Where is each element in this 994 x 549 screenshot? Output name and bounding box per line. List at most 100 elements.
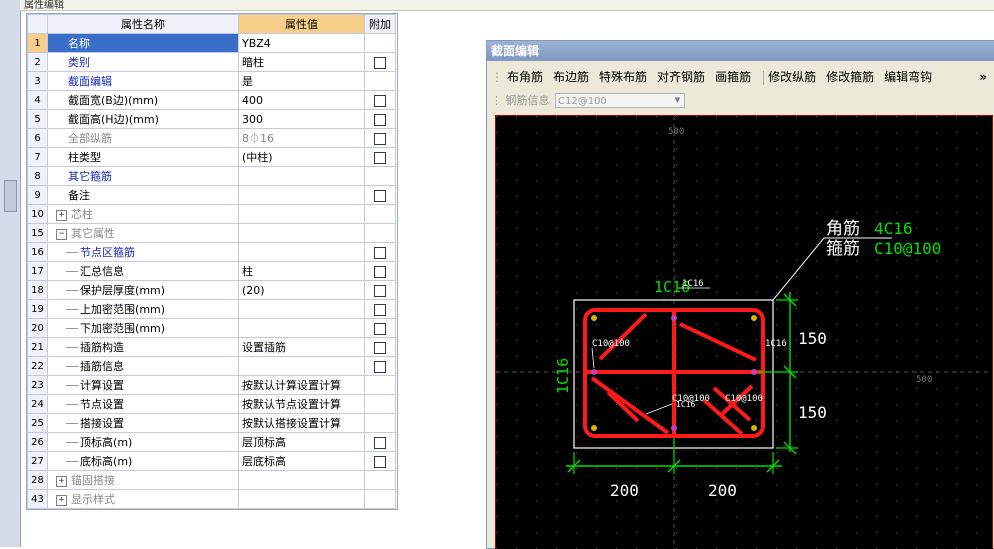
toolbar-button[interactable]: 布角筋 — [507, 70, 543, 84]
additional-checkbox[interactable] — [374, 341, 386, 354]
toolbar-button[interactable]: 对齐钢筋 — [657, 70, 705, 84]
additional-checkbox[interactable] — [374, 455, 386, 468]
row-number[interactable]: 25 — [27, 413, 48, 433]
property-row[interactable]: 25 ── 搭接设置 按默认搭接设置计算 — [27, 413, 396, 433]
property-row[interactable]: 8 其它箍筋 — [27, 166, 396, 186]
property-value-cell[interactable] — [238, 204, 365, 224]
property-name-cell[interactable]: 柱类型 — [47, 147, 239, 167]
property-row[interactable]: 26 ── 顶标高(m) 层顶标高 — [27, 432, 396, 452]
row-number[interactable]: 22 — [27, 356, 48, 376]
property-row[interactable]: 19 ── 上加密范围(mm) — [27, 299, 396, 319]
edge-rebar-bottom[interactable] — [671, 425, 677, 431]
expand-icon[interactable]: + — [56, 209, 67, 221]
property-value-cell[interactable]: 按默认节点设置计算 — [238, 394, 365, 414]
additional-checkbox[interactable] — [374, 303, 386, 316]
additional-checkbox[interactable] — [374, 436, 386, 449]
property-name-cell[interactable]: + 芯柱 — [47, 204, 239, 224]
chevron-down-icon[interactable]: ▼ — [672, 95, 683, 106]
collapse-icon[interactable]: − — [56, 228, 67, 240]
edge-rebar-right[interactable] — [751, 369, 757, 375]
property-row[interactable]: 17 ── 汇总信息柱 — [27, 261, 396, 281]
property-value-cell[interactable]: 层底标高 — [238, 451, 365, 471]
row-number[interactable]: 10 — [27, 204, 48, 224]
property-row[interactable]: 9 备注 — [27, 185, 396, 205]
row-number[interactable]: 7 — [27, 147, 48, 167]
toolbar-button[interactable]: 修改箍筋 — [826, 70, 874, 84]
property-name-cell[interactable]: 全部纵筋 — [47, 128, 239, 148]
row-number[interactable]: 2 — [27, 52, 48, 72]
property-value-cell[interactable]: 按默认搭接设置计算 — [238, 413, 365, 433]
expand-icon[interactable]: + — [56, 494, 67, 506]
row-number[interactable]: 17 — [27, 261, 48, 281]
property-name-cell[interactable]: ── 上加密范围(mm) — [47, 299, 239, 319]
row-number[interactable]: 9 — [27, 185, 48, 205]
toolbar-more-button[interactable]: » — [979, 67, 987, 87]
additional-checkbox[interactable] — [374, 113, 386, 126]
property-row[interactable]: 23 ── 计算设置 按默认计算设置计算 — [27, 375, 396, 395]
property-name-cell[interactable]: + 锚固搭接 — [47, 470, 239, 490]
property-name-cell[interactable]: 类别 — [47, 52, 239, 72]
stirrup-value[interactable]: C10@100 — [874, 239, 941, 258]
corner-rebar-br[interactable] — [751, 425, 757, 431]
section-drawing-canvas[interactable]: 500 500 角筋 4C16 箍筋 C10@100 1C16 1C16 1C1… — [495, 115, 993, 549]
property-row[interactable]: 15− 其它属性 — [27, 223, 396, 243]
row-number[interactable]: 28 — [27, 470, 48, 490]
rebar-info-combo[interactable]: C12@100 ▼ — [555, 93, 685, 108]
property-row[interactable]: 22 ── 插筋信息 — [27, 356, 396, 376]
property-row[interactable]: 16 ── 节点区箍筋 — [27, 242, 396, 262]
toolbar-button[interactable]: 编辑弯钩 — [884, 70, 932, 84]
additional-checkbox[interactable] — [374, 246, 386, 259]
property-name-cell[interactable]: 其它箍筋 — [47, 166, 239, 186]
dim-right-top[interactable]: 150 — [798, 329, 827, 348]
corner-rebar-bl[interactable] — [591, 425, 597, 431]
property-name-cell[interactable]: − 其它属性 — [47, 223, 239, 243]
property-name-cell[interactable]: + 显示样式 — [47, 489, 239, 509]
corner-rebar-tr[interactable] — [751, 315, 757, 321]
property-row[interactable]: 18 ── 保护层厚度(mm) (20) — [27, 280, 396, 300]
row-number[interactable]: 43 — [27, 489, 48, 509]
property-value-cell[interactable]: YBZ4 — [238, 33, 365, 53]
scroll-thumb[interactable] — [4, 180, 17, 212]
header-property-value[interactable]: 属性值 — [238, 14, 365, 34]
section-drawing[interactable]: 500 500 角筋 4C16 箍筋 C10@100 1C16 1C16 1C1… — [496, 116, 992, 549]
property-value-cell[interactable]: (中柱) — [238, 147, 365, 167]
header-property-name[interactable]: 属性名称 — [47, 14, 239, 34]
row-number[interactable]: 27 — [27, 451, 48, 471]
property-value-cell[interactable] — [238, 223, 365, 243]
property-name-cell[interactable]: ── 插筋构造 — [47, 337, 239, 357]
property-name-cell[interactable]: ── 汇总信息 — [47, 261, 239, 281]
property-row[interactable]: 20 ── 下加密范围(mm) — [27, 318, 396, 338]
toolbar-button[interactable]: 修改纵筋 — [768, 70, 816, 84]
property-value-cell[interactable]: 是 — [238, 71, 365, 91]
toolbar-button[interactable]: 布边筋 — [553, 70, 589, 84]
property-name-cell[interactable]: 截面高(H边)(mm) — [47, 109, 239, 129]
property-value-cell[interactable]: 300 — [238, 109, 365, 129]
header-additional[interactable]: 附加 — [364, 14, 396, 34]
property-row[interactable]: 21 ── 插筋构造 设置插筋 — [27, 337, 396, 357]
corner-rebar-value[interactable]: 4C16 — [874, 219, 913, 238]
property-row[interactable]: 10 + 芯柱 — [27, 204, 396, 224]
additional-checkbox[interactable] — [374, 322, 386, 335]
row-number[interactable]: 19 — [27, 299, 48, 319]
additional-checkbox[interactable] — [374, 132, 386, 145]
property-value-cell[interactable]: 暗柱 — [238, 52, 365, 72]
property-value-cell[interactable] — [238, 470, 365, 490]
left-scrollbar[interactable] — [0, 0, 21, 547]
property-row[interactable]: 43 + 显示样式 — [27, 489, 396, 509]
toolbar-button[interactable]: 特殊布筋 — [599, 70, 647, 84]
tab-property-edit[interactable]: 属性编辑 — [24, 0, 64, 11]
additional-checkbox[interactable] — [374, 94, 386, 107]
property-name-cell[interactable]: ── 下加密范围(mm) — [47, 318, 239, 338]
additional-checkbox[interactable] — [374, 56, 386, 69]
property-name-cell[interactable]: 备注 — [47, 185, 239, 205]
row-number[interactable]: 21 — [27, 337, 48, 357]
row-number[interactable]: 16 — [27, 242, 48, 262]
property-value-cell[interactable]: 400 — [238, 90, 365, 110]
property-value-cell[interactable]: 柱 — [238, 261, 365, 281]
property-row[interactable]: 24 ── 节点设置 按默认节点设置计算 — [27, 394, 396, 414]
additional-checkbox[interactable] — [374, 284, 386, 297]
property-name-cell[interactable]: ── 计算设置 — [47, 375, 239, 395]
toolbar-button[interactable]: 画箍筋 — [715, 70, 751, 84]
property-row[interactable]: 7 柱类型 (中柱) — [27, 147, 396, 167]
property-value-cell[interactable]: 层顶标高 — [238, 432, 365, 452]
